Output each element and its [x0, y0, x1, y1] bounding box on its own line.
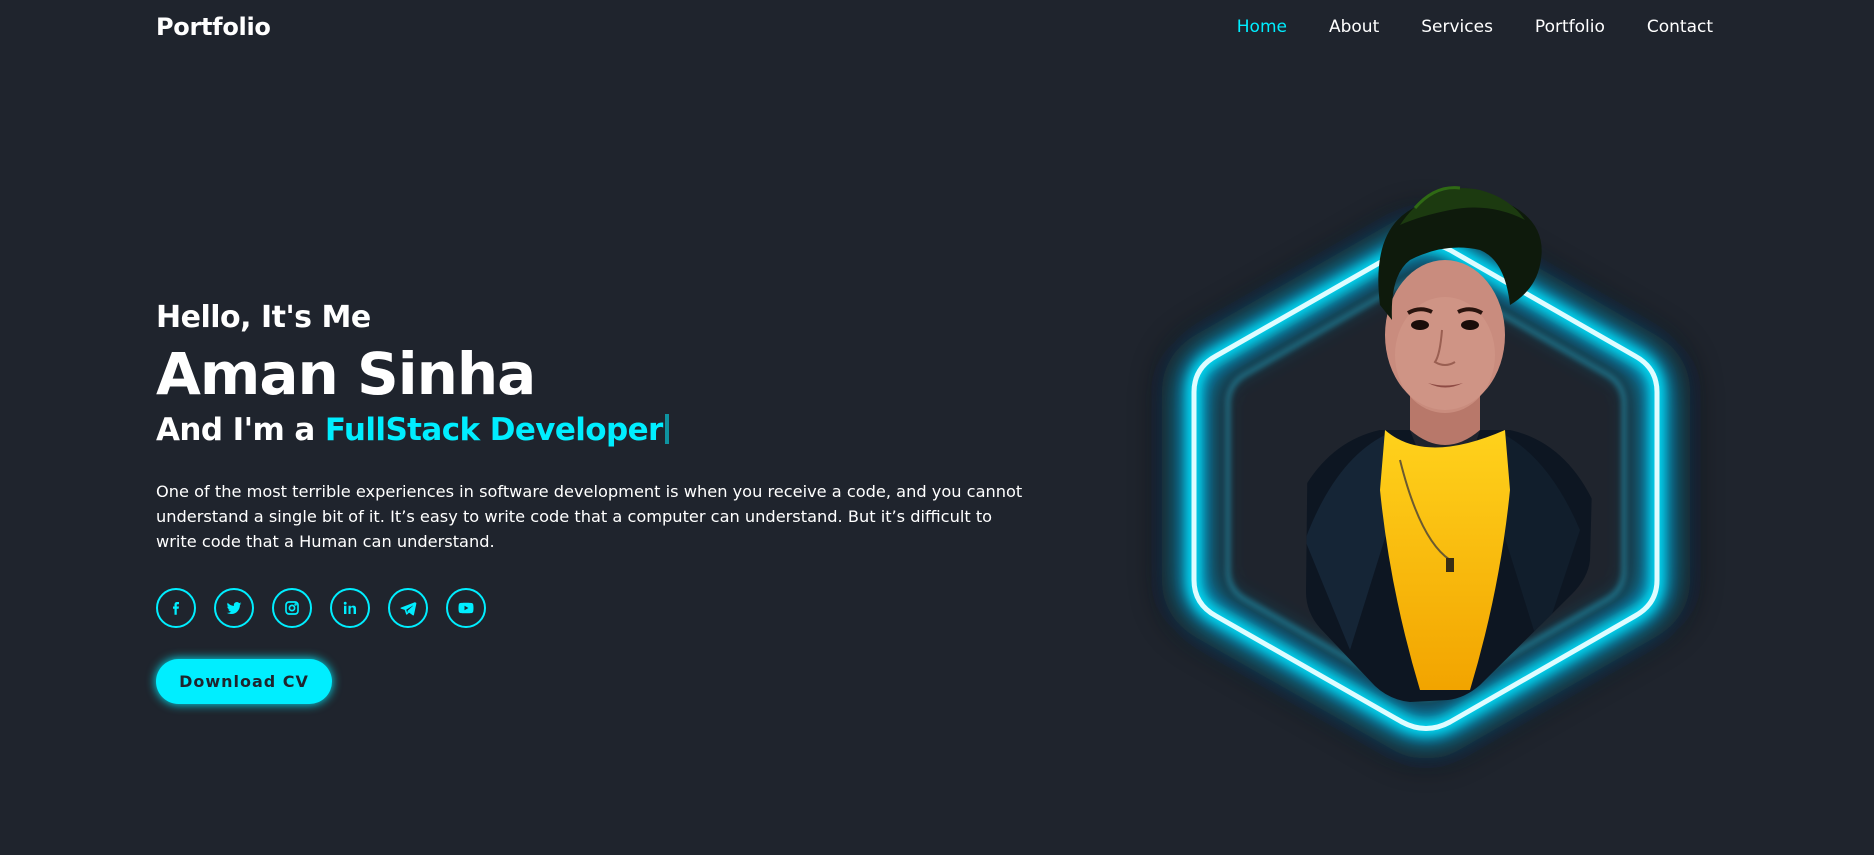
greeting: Hello, It's Me — [156, 300, 371, 335]
facebook-icon[interactable] — [156, 587, 196, 628]
role-accent: FullStack Developer — [324, 411, 663, 448]
hero-name: Aman Sinha — [156, 340, 536, 408]
hero-content: Hello, It's Me Aman Sinha And I'm a Full… — [156, 300, 1036, 704]
twitter-icon[interactable] — [214, 587, 254, 628]
portfolio-page: Portfolio Home About Services Portfolio … — [0, 0, 1874, 855]
hero-image — [1080, 130, 1770, 820]
youtube-icon[interactable] — [446, 587, 486, 628]
role-prefix: And I'm a — [156, 411, 315, 448]
nav-about[interactable]: About — [1329, 17, 1379, 37]
hero-description: One of the most terrible experiences in … — [156, 481, 1023, 551]
nav-services[interactable]: Services — [1421, 17, 1493, 37]
main-nav: Home About Services Portfolio Contact — [1195, 17, 1713, 37]
linkedin-icon[interactable] — [330, 587, 370, 628]
logo[interactable]: Portfolio — [156, 13, 271, 41]
instagram-icon[interactable] — [272, 587, 312, 628]
telegram-icon[interactable] — [388, 587, 428, 628]
nav-contact[interactable]: Contact — [1647, 17, 1713, 37]
download-cv-button[interactable]: Download CV — [156, 658, 332, 704]
social-links — [156, 587, 1036, 628]
nav-portfolio[interactable]: Portfolio — [1535, 17, 1605, 37]
profile-hexagon — [1162, 186, 1690, 759]
site-header: Portfolio Home About Services Portfolio … — [0, 0, 1874, 54]
hero-role: And I'm a FullStack Developer — [156, 412, 1036, 449]
typing-caret — [664, 413, 669, 444]
nav-home[interactable]: Home — [1237, 17, 1287, 37]
